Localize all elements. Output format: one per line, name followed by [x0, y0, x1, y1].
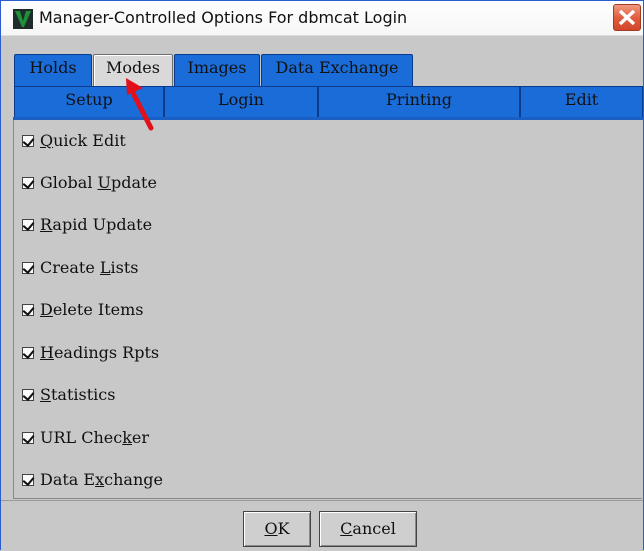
checkbox[interactable]	[22, 389, 34, 401]
option-statistics[interactable]: Statistics	[22, 385, 115, 407]
option-label: uick Edit	[53, 131, 126, 150]
option-headings-rpts[interactable]: Headings Rpts	[22, 343, 159, 365]
mnemonic: Q	[40, 131, 54, 150]
mnemonic: U	[97, 173, 111, 192]
checkbox[interactable]	[22, 474, 34, 486]
tab-label: Edit	[564, 90, 599, 109]
option-label: ists	[110, 258, 139, 277]
cancel-button[interactable]: Cancel	[319, 511, 417, 547]
option-label: pdate	[111, 173, 157, 192]
checkbox[interactable]	[22, 262, 34, 274]
option-data-exchange[interactable]: Data Exchange	[22, 470, 163, 492]
options-dialog: Manager-Controlled Options For dbmcat Lo…	[0, 0, 644, 551]
tab-login[interactable]: Login	[164, 86, 318, 118]
option-label: apid Update	[52, 215, 153, 234]
dialog-footer: OK Cancel	[1, 500, 643, 551]
tab-data-exchange[interactable]: Data Exchange	[261, 54, 413, 86]
ok-button[interactable]: OK	[243, 511, 311, 547]
tab-label: Holds	[29, 58, 77, 77]
mnemonic: O	[264, 519, 278, 538]
mnemonic: R	[40, 215, 53, 234]
mnemonic: x	[95, 470, 105, 489]
option-label: er	[131, 428, 150, 447]
option-label: Global	[40, 173, 98, 192]
checkbox[interactable]	[22, 177, 34, 189]
checkbox[interactable]	[22, 347, 34, 359]
close-button[interactable]	[613, 4, 641, 31]
checkbox[interactable]	[22, 304, 34, 316]
window-title: Manager-Controlled Options For dbmcat Lo…	[39, 8, 408, 27]
tab-label: Setup	[65, 90, 113, 109]
button-label: K	[277, 519, 290, 538]
mnemonic: H	[40, 343, 54, 362]
modes-panel: Quick Edit Global Update Rapid Update Cr…	[13, 120, 642, 499]
tab-holds[interactable]: Holds	[14, 54, 92, 86]
tab-label: Data Exchange	[275, 58, 399, 77]
checkbox[interactable]	[22, 219, 34, 231]
option-delete-items[interactable]: Delete Items	[22, 300, 143, 322]
close-x-icon	[618, 9, 636, 26]
option-label: Create	[40, 258, 100, 277]
option-quick-edit[interactable]: Quick Edit	[22, 131, 126, 153]
checkbox[interactable]	[22, 432, 34, 444]
mnemonic: C	[340, 519, 353, 538]
annotation-arrow-icon	[126, 78, 154, 131]
tab-label: Login	[218, 90, 264, 109]
mnemonic: D	[40, 300, 53, 319]
mnemonic: S	[40, 385, 51, 404]
mnemonic: L	[99, 258, 111, 277]
option-label: URL Chec	[40, 428, 123, 447]
option-global-update[interactable]: Global Update	[22, 173, 157, 195]
tab-printing[interactable]: Printing	[318, 86, 520, 118]
button-label: ancel	[352, 519, 396, 538]
option-label: change	[104, 470, 163, 489]
option-label: eadings Rpts	[53, 343, 160, 362]
option-rapid-update[interactable]: Rapid Update	[22, 215, 152, 237]
app-v-logo-icon	[13, 9, 33, 29]
option-label: tatistics	[50, 385, 116, 404]
tab-images[interactable]: Images	[174, 54, 260, 86]
option-url-checker[interactable]: URL Checker	[22, 428, 149, 450]
option-label: elete Items	[52, 300, 144, 319]
tab-label: Printing	[386, 90, 452, 109]
option-create-lists[interactable]: Create Lists	[22, 258, 138, 280]
option-label: Data E	[40, 470, 96, 489]
checkbox[interactable]	[22, 135, 34, 147]
title-bar[interactable]: Manager-Controlled Options For dbmcat Lo…	[1, 1, 643, 36]
tab-label: Images	[187, 58, 247, 77]
mnemonic: k	[122, 428, 132, 447]
tab-edit[interactable]: Edit	[520, 86, 643, 118]
